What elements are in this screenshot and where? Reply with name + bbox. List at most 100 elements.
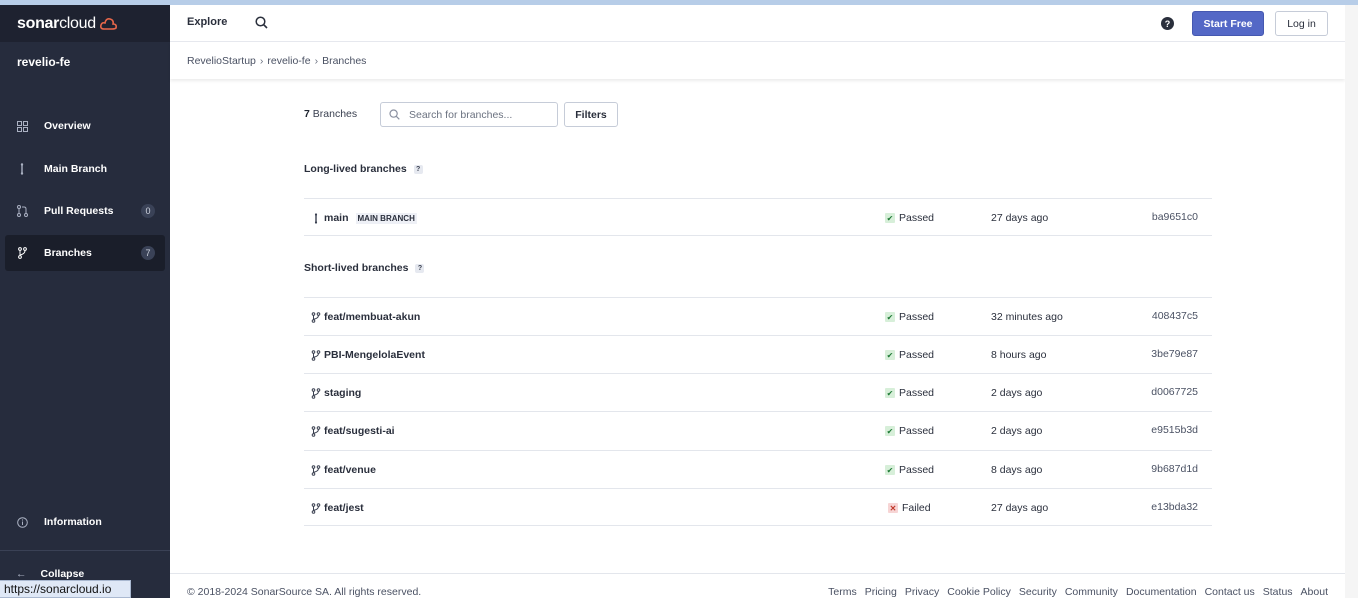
sidebar-item-branches[interactable]: Branches 7 [5, 235, 165, 271]
filters-button[interactable]: Filters [564, 102, 618, 127]
last-analysis-age: 2 days ago [991, 425, 1043, 437]
sidebar-item-label: Pull Requests [44, 205, 114, 217]
breadcrumb-project[interactable]: revelio-fe [267, 55, 310, 67]
chevron-right-icon: › [314, 55, 319, 67]
branch-icon [311, 464, 321, 476]
search-icon[interactable] [255, 16, 268, 29]
branch-search-input[interactable] [409, 108, 549, 121]
quality-gate-status: ✕ Failed [885, 502, 931, 514]
branch-name[interactable]: main [324, 212, 349, 224]
branch-icon [311, 349, 321, 361]
last-analysis-age: 8 hours ago [991, 349, 1047, 361]
branch-name[interactable]: feat/membuat-akun [324, 311, 420, 323]
check-icon: ✔ [885, 213, 895, 223]
branch-search[interactable] [380, 102, 558, 127]
breadcrumb: RevelioStartup › revelio-fe › Branches [187, 55, 366, 67]
branch-name[interactable]: feat/jest [324, 502, 364, 514]
quality-gate-label: Passed [899, 425, 935, 437]
footer-link-pricing[interactable]: Pricing [865, 586, 897, 598]
table-row[interactable]: PBI-MengelolaEvent ✔ Passed 8 hours ago 3… [304, 335, 1212, 373]
branch-name[interactable]: staging [324, 387, 361, 399]
branch-icon [311, 311, 321, 323]
copyright: © 2018-2024 SonarSource SA. All rights r… [187, 586, 422, 598]
arrow-left-icon: ← [16, 568, 27, 580]
explore-link[interactable]: Explore [187, 16, 227, 28]
breadcrumb-organization[interactable]: RevelioStartup [187, 55, 256, 67]
breadcrumb-bar: RevelioStartup › revelio-fe › Branches [170, 42, 1345, 79]
branch-main-icon [16, 163, 28, 175]
table-row[interactable]: feat/venue ✔ Passed 8 days ago 9b687d1d [304, 450, 1212, 488]
footer-link-privacy[interactable]: Privacy [905, 586, 939, 598]
footer-link-about[interactable]: About [1301, 586, 1328, 598]
sidebar-item-information[interactable]: Information [5, 504, 165, 540]
quality-gate-label: Passed [899, 464, 935, 476]
last-analysis-age: 8 days ago [991, 464, 1043, 476]
branch-icon [311, 502, 321, 514]
branch-count-number: 7 [304, 108, 310, 120]
check-icon: ✔ [885, 312, 895, 322]
project-name[interactable]: revelio-fe [17, 55, 70, 69]
footer-link-terms[interactable]: Terms [828, 586, 857, 598]
branches-count-badge: 7 [141, 246, 155, 260]
collapse-button[interactable]: ← Collapse [16, 568, 84, 580]
last-analysis-age: 27 days ago [991, 502, 1049, 514]
collapse-label: Collapse [40, 568, 85, 580]
last-analysis-age: 32 minutes ago [991, 311, 1063, 323]
help-icon[interactable]: ? [415, 263, 425, 273]
commit-hash: d0067725 [1151, 386, 1198, 398]
logo-text-rest: cloud [59, 14, 96, 32]
check-icon: ✔ [885, 388, 895, 398]
start-free-button[interactable]: Start Free [1192, 11, 1264, 36]
long-lived-section-title: Long-lived branches ? [304, 163, 423, 175]
footer-link-security[interactable]: Security [1019, 586, 1057, 598]
footer-link-documentation[interactable]: Documentation [1126, 586, 1197, 598]
commit-hash: 9b687d1d [1151, 463, 1198, 475]
check-icon: ✔ [885, 350, 895, 360]
short-lived-section-title: Short-lived branches ? [304, 262, 425, 274]
footer-links: Terms Pricing Privacy Cookie Policy Secu… [828, 586, 1328, 598]
footer-link-community[interactable]: Community [1065, 586, 1118, 598]
page-scrollbar[interactable] [1345, 5, 1358, 598]
table-row[interactable]: staging ✔ Passed 2 days ago d0067725 [304, 373, 1212, 411]
quality-gate-label: Passed [899, 349, 935, 361]
search-icon [389, 109, 400, 120]
branch-name[interactable]: feat/sugesti-ai [324, 425, 395, 437]
footer-link-contact[interactable]: Contact us [1205, 586, 1255, 598]
quality-gate-status: ✔ Passed [885, 464, 934, 476]
table-row[interactable]: feat/sugesti-ai ✔ Passed 2 days ago e9515… [304, 411, 1212, 449]
logo-text-bold: sonar [17, 14, 60, 32]
table-row[interactable]: feat/membuat-akun ✔ Passed 32 minutes ago… [304, 297, 1212, 335]
section-title-text: Short-lived branches [304, 262, 409, 274]
check-icon: ✔ [885, 465, 895, 475]
sidebar-item-pull-requests[interactable]: Pull Requests 0 [5, 193, 165, 229]
table-row[interactable]: main MAIN BRANCH ✔ Passed 27 days ago ba9… [304, 198, 1212, 236]
last-analysis-age: 27 days ago [991, 212, 1049, 224]
branch-name[interactable]: feat/venue [324, 464, 376, 476]
logo[interactable]: sonarcloud [0, 5, 170, 42]
table-row[interactable]: feat/jest ✕ Failed 27 days ago e13bda32 [304, 488, 1212, 526]
quality-gate-status: ✔ Passed [885, 387, 934, 399]
chevron-right-icon: › [259, 55, 264, 67]
pull-requests-count-badge: 0 [141, 204, 155, 218]
sidebar-item-label: Information [44, 516, 102, 528]
footer-link-cookie-policy[interactable]: Cookie Policy [947, 586, 1011, 598]
pull-request-icon [16, 205, 28, 217]
branch-name[interactable]: PBI-MengelolaEvent [324, 349, 425, 361]
sidebar-item-main-branch[interactable]: Main Branch [5, 151, 165, 187]
quality-gate-label: Passed [899, 387, 935, 399]
footer-link-status[interactable]: Status [1263, 586, 1293, 598]
login-button[interactable]: Log in [1275, 11, 1328, 36]
quality-gate-label: Failed [902, 502, 931, 514]
help-icon[interactable]: ? [413, 164, 423, 174]
commit-hash: e13bda32 [1151, 501, 1198, 513]
sidebar: sonarcloud revelio-fe Overview Main Bran… [0, 5, 170, 598]
check-icon: ✔ [885, 426, 895, 436]
sidebar-item-label: Overview [44, 120, 91, 132]
sidebar-item-overview[interactable]: Overview [5, 108, 165, 144]
sidebar-item-label: Branches [44, 247, 92, 259]
sidebar-item-label: Main Branch [44, 163, 108, 175]
help-icon[interactable]: ? [1161, 17, 1174, 30]
cross-icon: ✕ [888, 503, 898, 513]
browser-status-url: https://sonarcloud.io [0, 580, 131, 598]
quality-gate-label: Passed [899, 311, 935, 323]
